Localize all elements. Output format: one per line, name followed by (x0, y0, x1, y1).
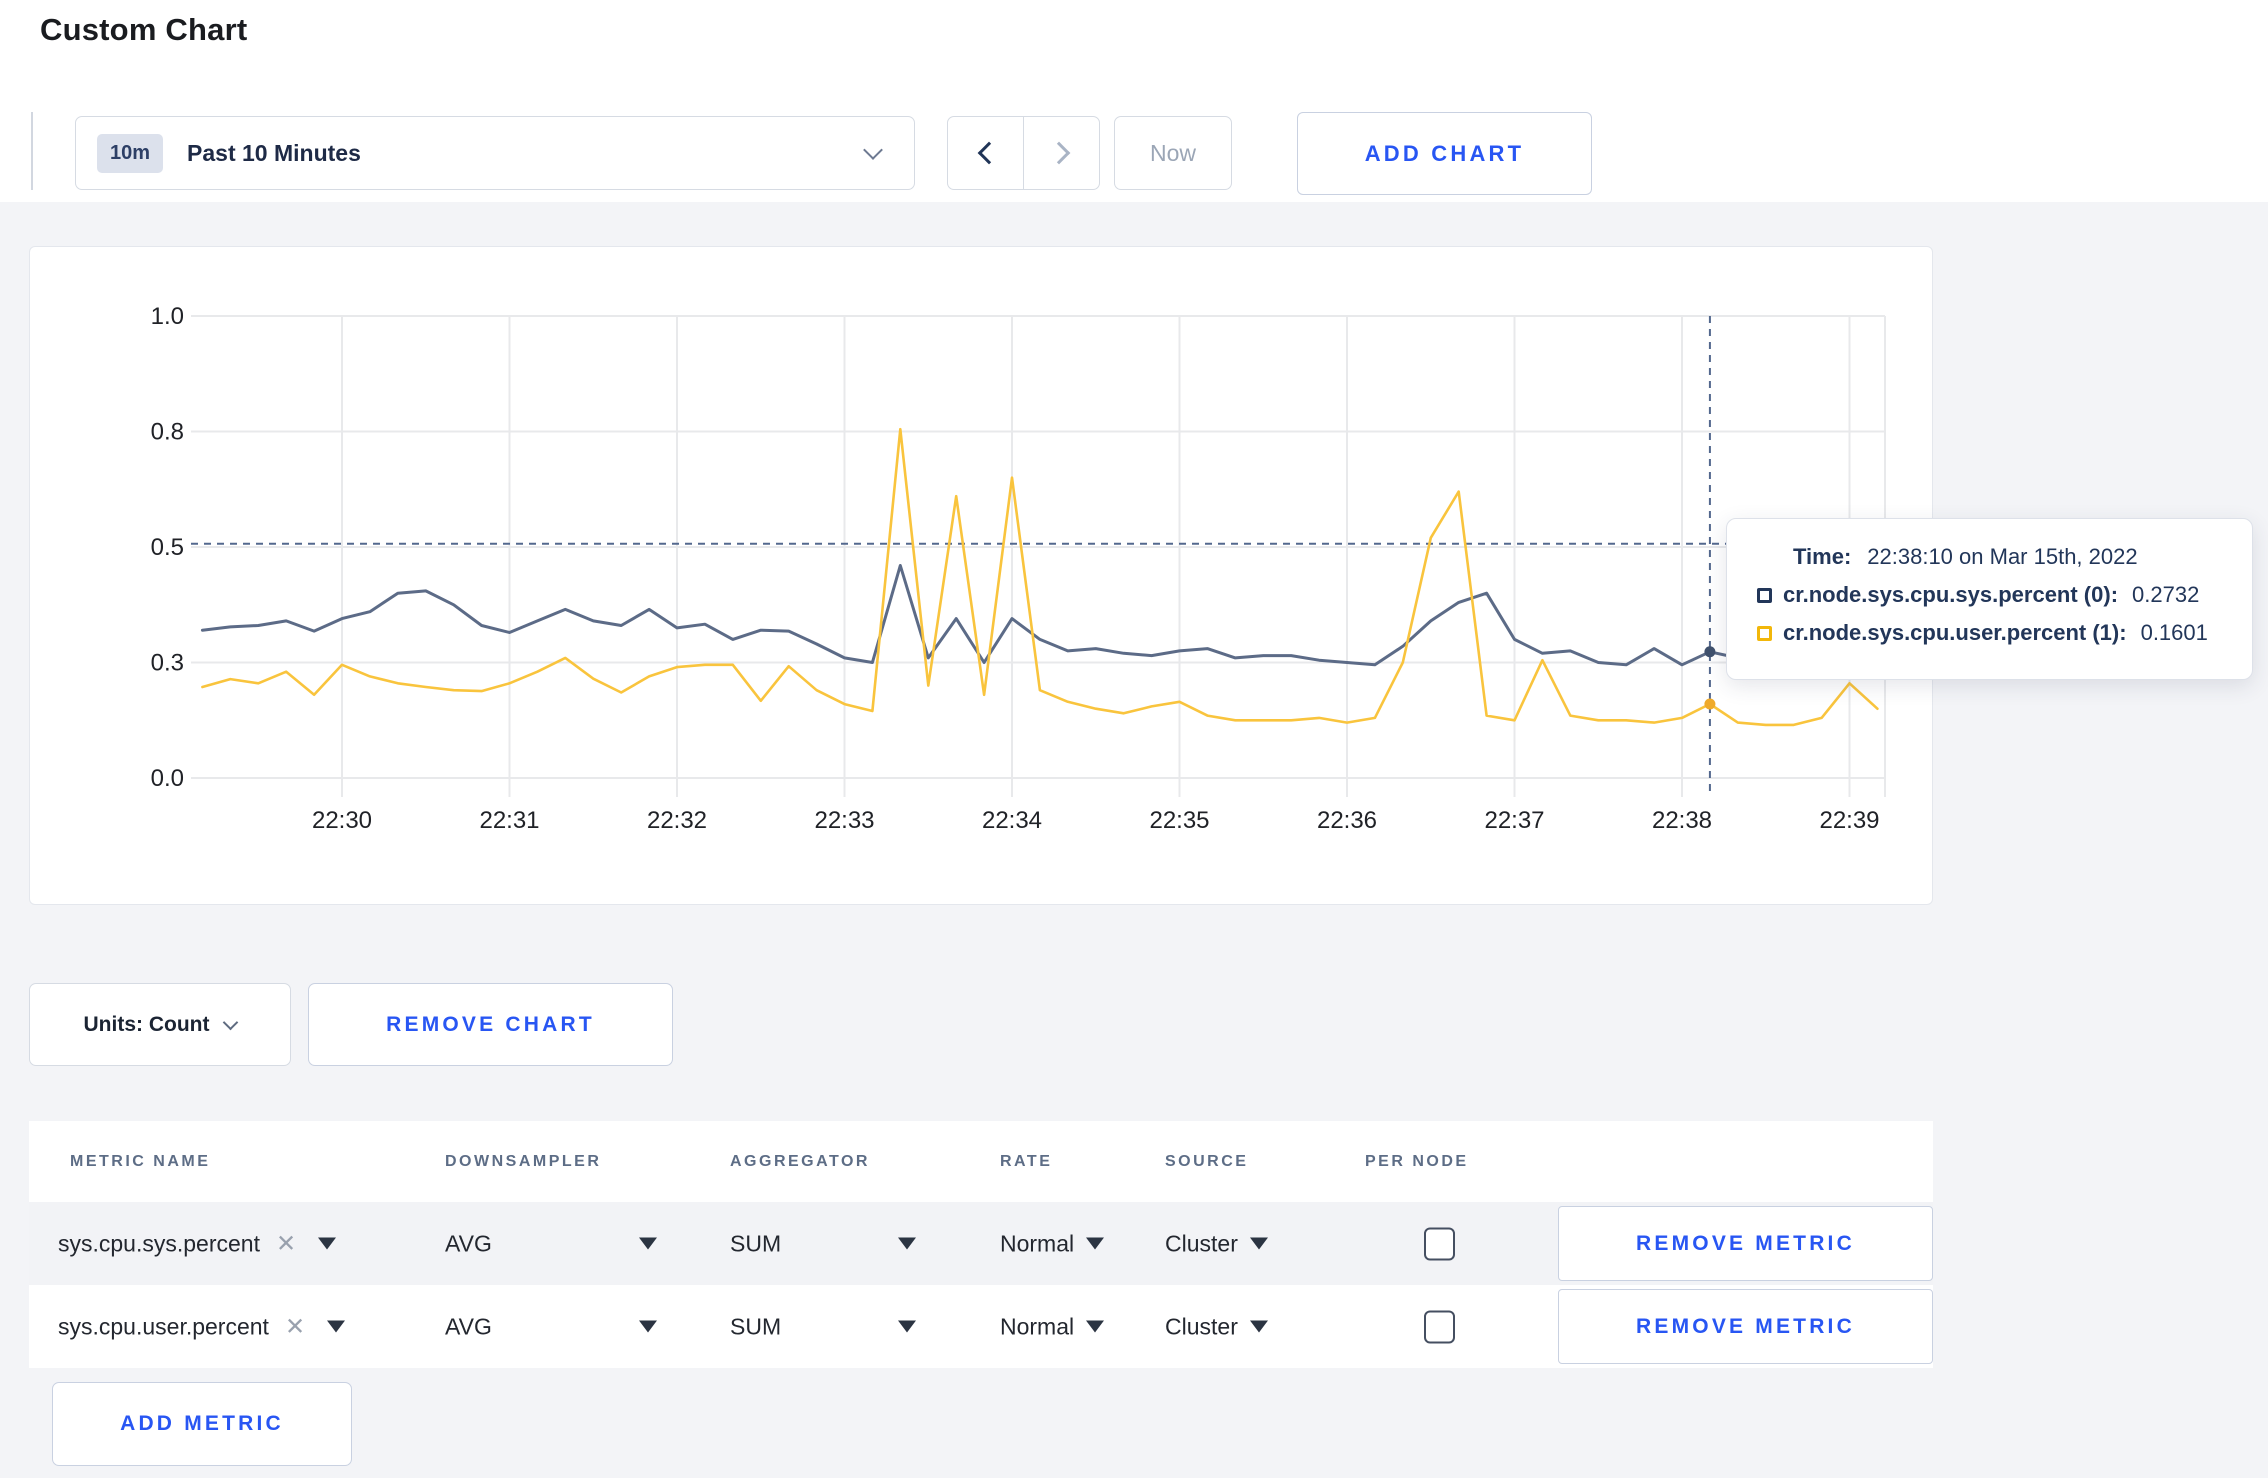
downsampler-value: AVG (445, 1313, 492, 1339)
svg-text:22:39: 22:39 (1819, 807, 1879, 834)
prev-range-button[interactable] (948, 117, 1024, 189)
source-value: Cluster (1165, 1313, 1238, 1339)
svg-text:22:31: 22:31 (479, 807, 539, 834)
tooltip-series-row: cr.node.sys.cpu.user.percent (1): 0.1601 (1757, 620, 2228, 646)
dropdown-caret-icon (1086, 1320, 1105, 1333)
dropdown-caret-icon (898, 1320, 916, 1333)
remove-metric-x-icon[interactable]: ✕ (276, 1229, 296, 1258)
tooltip-time-row: Time: 22:38:10 on Mar 15th, 2022 (1757, 544, 2228, 570)
chevron-left-icon (977, 141, 1000, 165)
chevron-down-icon (223, 1014, 239, 1030)
add-chart-button[interactable]: ADD CHART (1297, 112, 1592, 195)
svg-text:22:35: 22:35 (1149, 807, 1209, 834)
dropdown-caret-icon (318, 1237, 337, 1250)
svg-text:0.0: 0.0 (151, 765, 184, 792)
dropdown-caret-icon (1249, 1237, 1268, 1250)
metrics-table: METRIC NAME DOWNSAMPLER AGGREGATOR RATE … (29, 1121, 1933, 1368)
units-dropdown[interactable]: Units: Count (29, 983, 291, 1066)
downsampler-dropdown[interactable]: AVG (445, 1313, 657, 1340)
aggregator-value: SUM (730, 1230, 782, 1256)
remove-metric-x-icon[interactable]: ✕ (285, 1312, 305, 1341)
aggregator-dropdown[interactable]: SUM (730, 1313, 916, 1340)
tooltip-series-value: 0.1601 (2140, 620, 2208, 645)
per-node-checkbox[interactable] (1424, 1310, 1455, 1343)
aggregator-dropdown[interactable]: SUM (730, 1230, 916, 1257)
add-metric-button[interactable]: ADD METRIC (52, 1382, 352, 1466)
col-header-source: SOURCE (1165, 1152, 1249, 1170)
rate-dropdown[interactable]: Normal (1000, 1313, 1105, 1340)
dropdown-caret-icon (1086, 1237, 1105, 1250)
metric-name-value: sys.cpu.sys.percent (58, 1230, 260, 1256)
svg-text:22:32: 22:32 (647, 807, 707, 834)
chevron-down-icon (863, 140, 883, 160)
rate-value: Normal (1000, 1313, 1075, 1339)
svg-text:22:30: 22:30 (312, 807, 372, 834)
col-header-per-node: PER NODE (1365, 1152, 1469, 1170)
rate-dropdown[interactable]: Normal (1000, 1230, 1105, 1257)
svg-text:1.0: 1.0 (151, 303, 184, 330)
metric-name-value: sys.cpu.user.percent (58, 1313, 269, 1339)
chart-card: 1.0 0.8 0.5 0.3 0.0 22:30 22:31 22:32 22:33 22:34… (29, 246, 1933, 905)
tooltip-time-value: 22:38:10 on Mar 15th, 2022 (1867, 544, 2138, 569)
col-header-rate: RATE (1000, 1152, 1053, 1170)
svg-text:22:34: 22:34 (982, 807, 1042, 834)
remove-chart-button[interactable]: REMOVE CHART (308, 983, 673, 1066)
series-color-swatch-icon (1757, 587, 1772, 603)
per-node-checkbox[interactable] (1424, 1227, 1455, 1260)
dropdown-caret-icon (639, 1320, 657, 1333)
now-button[interactable]: Now (1114, 116, 1232, 190)
metrics-table-header: METRIC NAME DOWNSAMPLER AGGREGATOR RATE … (29, 1121, 1933, 1202)
time-range-dropdown[interactable]: 10m Past 10 Minutes (75, 116, 915, 190)
svg-text:22:37: 22:37 (1484, 807, 1544, 834)
page-title: Custom Chart (40, 12, 248, 47)
col-header-metric-name: METRIC NAME (70, 1152, 211, 1170)
dropdown-caret-icon (898, 1237, 916, 1250)
next-range-button[interactable] (1024, 117, 1099, 189)
time-range-badge: 10m (97, 133, 164, 173)
chevron-right-icon (1047, 141, 1070, 165)
dropdown-caret-icon (327, 1320, 346, 1333)
series-color-swatch-icon (1757, 625, 1772, 641)
tooltip-time-label: Time: (1793, 544, 1852, 569)
svg-text:22:38: 22:38 (1652, 807, 1712, 834)
rate-value: Normal (1000, 1230, 1075, 1256)
remove-metric-button[interactable]: REMOVE METRIC (1558, 1206, 1933, 1281)
svg-text:0.3: 0.3 (151, 650, 184, 677)
metric-row: sys.cpu.sys.percent ✕ AVG SUM Normal Clu… (29, 1202, 1933, 1285)
svg-text:0.8: 0.8 (151, 419, 184, 446)
downsampler-value: AVG (445, 1230, 492, 1256)
svg-text:22:33: 22:33 (814, 807, 874, 834)
time-range-label: Past 10 Minutes (187, 139, 361, 166)
time-pager (947, 116, 1100, 190)
col-header-aggregator: AGGREGATOR (730, 1152, 870, 1170)
svg-text:0.5: 0.5 (151, 534, 184, 561)
tooltip-series-name: cr.node.sys.cpu.sys.percent (0): (1783, 582, 2119, 607)
metric-name-dropdown[interactable]: sys.cpu.sys.percent ✕ (58, 1229, 337, 1258)
source-dropdown[interactable]: Cluster (1165, 1313, 1268, 1340)
dropdown-caret-icon (639, 1237, 657, 1250)
timeseries-chart[interactable]: 1.0 0.8 0.5 0.3 0.0 22:30 22:31 22:32 22:33 22:34… (30, 247, 1934, 906)
remove-metric-button[interactable]: REMOVE METRIC (1558, 1289, 1933, 1364)
source-value: Cluster (1165, 1230, 1238, 1256)
svg-text:22:36: 22:36 (1317, 807, 1377, 834)
col-header-downsampler: DOWNSAMPLER (445, 1152, 602, 1170)
tooltip-series-name: cr.node.sys.cpu.user.percent (1): (1783, 620, 2127, 645)
dropdown-caret-icon (1249, 1320, 1268, 1333)
units-label: Units: Count (83, 1012, 210, 1036)
metric-name-dropdown[interactable]: sys.cpu.user.percent ✕ (58, 1312, 346, 1341)
toolbar-divider (31, 112, 33, 190)
chart-tooltip: Time: 22:38:10 on Mar 15th, 2022 cr.node… (1726, 518, 2253, 680)
tooltip-series-row: cr.node.sys.cpu.sys.percent (0): 0.2732 (1757, 582, 2228, 608)
metric-row: sys.cpu.user.percent ✕ AVG SUM Normal Cl… (29, 1285, 1933, 1368)
aggregator-value: SUM (730, 1313, 782, 1339)
tooltip-series-value: 0.2732 (2132, 582, 2200, 607)
source-dropdown[interactable]: Cluster (1165, 1230, 1268, 1257)
downsampler-dropdown[interactable]: AVG (445, 1230, 657, 1257)
